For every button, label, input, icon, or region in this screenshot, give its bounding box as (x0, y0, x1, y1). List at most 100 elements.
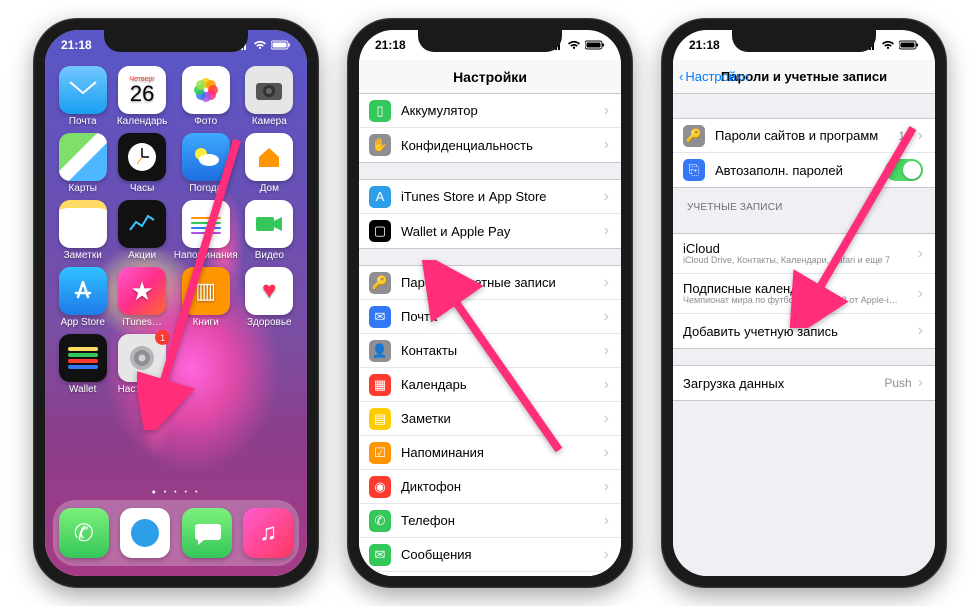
app-label: Часы (130, 183, 154, 194)
settings-row[interactable]: ✉Почта› (359, 300, 621, 334)
settings-row[interactable]: ▯Аккумулятор› (359, 94, 621, 128)
photos-icon (182, 66, 230, 114)
chevron-right-icon: › (604, 188, 609, 206)
settings-row[interactable]: ✉Сообщения› (359, 538, 621, 572)
app-stocks[interactable]: Акции (114, 200, 169, 261)
row-icon: ✉ (369, 544, 391, 566)
dock-messages[interactable] (182, 508, 232, 558)
app-mail[interactable]: Почта (55, 66, 110, 127)
app-label: Книги (193, 317, 219, 328)
wallet-icon (59, 334, 107, 382)
wifi-icon (567, 40, 581, 50)
row-icon: 👤 (369, 340, 391, 362)
app-appstore[interactable]: App Store (55, 267, 110, 328)
dock-phone[interactable]: ✆ (59, 508, 109, 558)
app-notes[interactable]: Заметки (55, 200, 110, 261)
settings-icon: 1 (118, 334, 166, 382)
app-itunes[interactable]: ★iTunes… (114, 267, 169, 328)
chevron-right-icon: › (604, 512, 609, 530)
app-photos[interactable]: Фото (174, 66, 238, 127)
row-label: Заметки (401, 411, 598, 426)
account-row[interactable]: Добавить учетную запись› (673, 314, 935, 348)
battery-icon (585, 40, 605, 50)
chevron-left-icon: ‹ (679, 69, 683, 84)
app-health[interactable]: ♥Здоровье (242, 267, 297, 328)
settings-row[interactable]: ☑ Напоминания › (359, 436, 621, 470)
app-maps[interactable]: Карты (55, 133, 110, 194)
app-label: App Store (60, 317, 104, 328)
dock-music[interactable]: ♫ (243, 508, 293, 558)
settings-row[interactable]: ✆Телефон› (359, 504, 621, 538)
phone-accounts: 21:18 ‹ Настройки Пароли и учетные запис… (661, 18, 947, 588)
navbar: Настройки (359, 60, 621, 94)
app-wallet[interactable]: Wallet (55, 334, 110, 395)
autofill-toggle[interactable] (885, 159, 923, 181)
settings-row[interactable]: ◉Диктофон› (359, 470, 621, 504)
row-icon: ✉ (369, 306, 391, 328)
settings-row[interactable]: ✋Конфиденциальность› (359, 128, 621, 162)
row-label: Контакты (401, 343, 598, 358)
app-label: Дом (260, 183, 279, 194)
notch (418, 30, 562, 52)
app-clock[interactable]: Часы (114, 133, 169, 194)
row-label: Wallet и Apple Pay (401, 224, 598, 239)
app-weather[interactable]: Погода (174, 133, 238, 194)
app-label: Настройки (118, 384, 167, 395)
app-reminders[interactable]: Напоминания (174, 200, 238, 261)
row-icon: ▢ (369, 220, 391, 242)
app-label: iTunes… (122, 317, 162, 328)
row-website-passwords[interactable]: 🔑 Пароли сайтов и программ 10 › (673, 119, 935, 153)
back-button[interactable]: ‹ Настройки (679, 69, 749, 84)
phone-settings: 21:18 Настройки ▯Аккумулятор›✋Конфиденци… (347, 18, 633, 588)
row-label: Календарь (401, 377, 598, 392)
app-label: Камера (252, 116, 287, 127)
settings-row[interactable]: ▦Календарь› (359, 368, 621, 402)
phone-home: 21:18 ПочтаЧетверг26КалендарьФотоКамераК… (33, 18, 319, 588)
chevron-right-icon: › (604, 274, 609, 292)
notch (104, 30, 248, 52)
home-apps-grid: ПочтаЧетверг26КалендарьФото Камера Карты Ча… (45, 60, 307, 395)
health-icon: ♥ (245, 267, 293, 315)
chevron-right-icon: › (918, 374, 923, 392)
dock-safari[interactable] (120, 508, 170, 558)
chevron-right-icon: › (604, 444, 609, 462)
row-icon: ☑ (369, 442, 391, 464)
settings-row[interactable]: 🔑Пароли и учетные записи› (359, 266, 621, 300)
chevron-right-icon: › (918, 245, 923, 263)
chevron-right-icon: › (604, 308, 609, 326)
settings-row[interactable]: 👤Контакты› (359, 334, 621, 368)
settings-row[interactable]: ▤Заметки› (359, 402, 621, 436)
key-icon: 🔑 (683, 125, 705, 147)
app-home[interactable]: Дом (242, 133, 297, 194)
maps-icon (59, 133, 107, 181)
app-video[interactable]: Видео (242, 200, 297, 261)
row-autofill-passwords[interactable]: ⎘ Автозаполн. паролей (673, 153, 935, 187)
cal-icon: Четверг26 (118, 66, 166, 114)
row-label: Аккумулятор (401, 103, 598, 118)
camera-icon (245, 66, 293, 114)
settings-row[interactable]: ▢FaceTime› (359, 572, 621, 576)
account-row[interactable]: Подписные календариЧемпионат мира по фут… (673, 274, 935, 314)
chevron-right-icon: › (604, 136, 609, 154)
app-label: Заметки (64, 250, 102, 261)
page-dots: ● • • • • (45, 489, 307, 496)
status-time: 21:18 (689, 38, 720, 52)
row-label: Напоминания (401, 445, 598, 460)
row-label: iCloud (683, 241, 912, 256)
wifi-icon (253, 40, 267, 50)
settings-row[interactable]: AiTunes Store и App Store› (359, 180, 621, 214)
row-fetch-data[interactable]: Загрузка данных Push › (673, 366, 935, 400)
app-label: Погода (189, 183, 222, 194)
row-label: Сообщения (401, 547, 598, 562)
chevron-right-icon: › (604, 376, 609, 394)
app-books[interactable]: ▥Книги (174, 267, 238, 328)
app-settings[interactable]: 1 Настройки (114, 334, 169, 395)
app-cal[interactable]: Четверг26Календарь (114, 66, 169, 127)
app-camera[interactable]: Камера (242, 66, 297, 127)
mail-icon (59, 66, 107, 114)
stocks-icon (118, 200, 166, 248)
row-label: Диктофон (401, 479, 598, 494)
account-row[interactable]: iCloudiCloud Drive, Контакты, Календари,… (673, 234, 935, 274)
app-label: Напоминания (174, 250, 238, 261)
settings-row[interactable]: ▢Wallet и Apple Pay› (359, 214, 621, 248)
